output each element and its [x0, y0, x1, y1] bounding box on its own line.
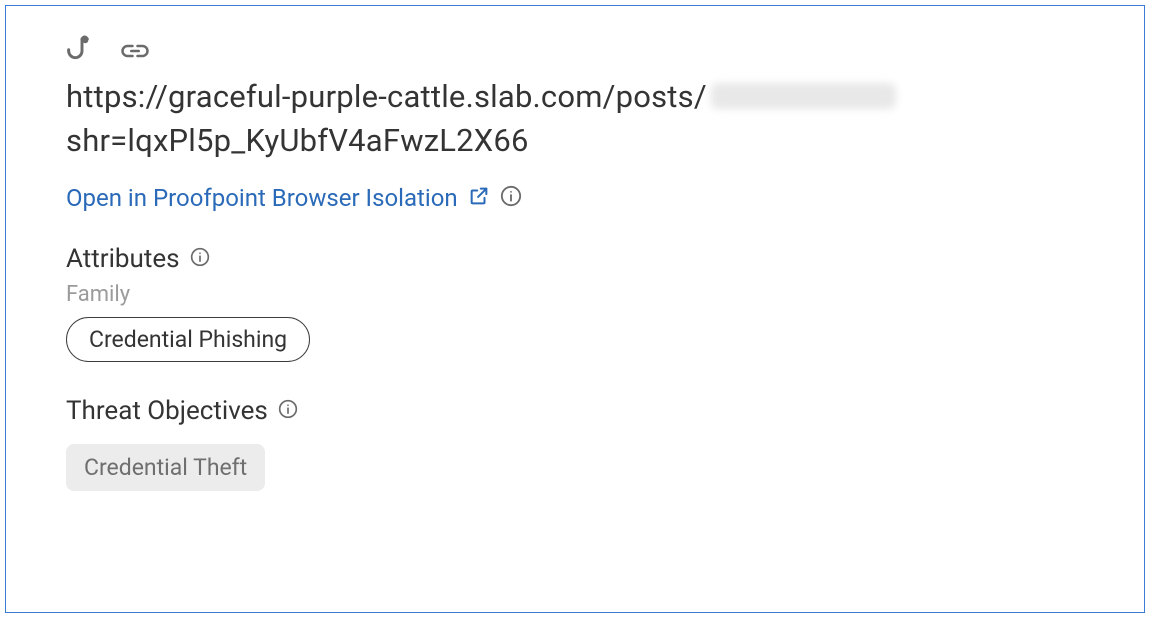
objectives-info-icon[interactable]	[278, 396, 298, 426]
family-value-pill[interactable]: Credential Phishing	[66, 317, 310, 362]
redacted-segment	[711, 83, 896, 109]
threat-url-line1: https://graceful-purple-cattle.slab.com/…	[66, 76, 1094, 118]
external-link-icon[interactable]	[468, 185, 490, 211]
isolation-info-icon[interactable]	[500, 185, 522, 211]
link-icon	[120, 42, 150, 60]
family-label: Family	[66, 282, 1094, 307]
browser-isolation-row: Open in Proofpoint Browser Isolation	[66, 184, 1094, 212]
threat-url-line2: shr=lqxPl5p_KyUbfV4aFwzL2X66	[66, 120, 1094, 162]
attributes-heading-text: Attributes	[66, 244, 180, 274]
threat-objectives-heading: Threat Objectives	[66, 396, 1094, 426]
threat-detail-panel: https://graceful-purple-cattle.slab.com/…	[5, 5, 1145, 613]
threat-objectives-heading-text: Threat Objectives	[66, 396, 268, 426]
attributes-heading: Attributes	[66, 244, 1094, 274]
threat-url: https://graceful-purple-cattle.slab.com/…	[66, 76, 1094, 162]
threat-url-text-1: https://graceful-purple-cattle.slab.com/…	[66, 78, 707, 115]
threat-type-icons	[66, 34, 1094, 68]
threat-objective-tag[interactable]: Credential Theft	[66, 444, 265, 491]
phishing-hook-icon	[66, 34, 98, 68]
open-browser-isolation-link[interactable]: Open in Proofpoint Browser Isolation	[66, 184, 458, 212]
attributes-info-icon[interactable]	[190, 244, 210, 274]
